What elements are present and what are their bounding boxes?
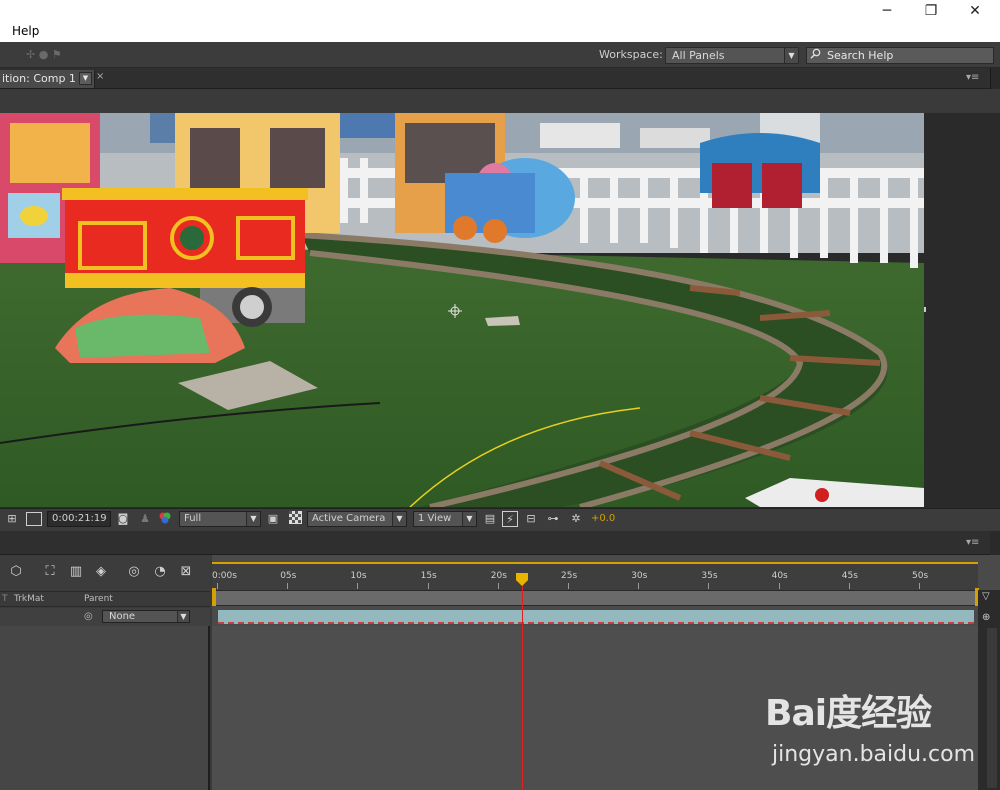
column-divider: T [2,594,8,604]
layer-duration-bar[interactable] [218,610,974,624]
ruler-label: 15s [420,571,437,581]
ruler-label: 30s [631,571,648,581]
close-button[interactable]: ✕ [954,0,996,22]
transparency-grid-icon[interactable] [287,511,303,527]
footage-frame [0,113,924,507]
title-bar [0,0,1000,42]
resolution-select[interactable]: Full ▼ [179,511,261,527]
camera-snapshot-icon[interactable]: ◙ [115,511,131,527]
ruler-label: 20s [490,571,507,581]
column-trkmat[interactable]: TrkMat [14,594,44,604]
motion-blur-icon[interactable]: ◎ [124,563,144,581]
composition-mini-flowchart-icon[interactable]: ⬡ [6,563,26,581]
chevron-down-icon: ▼ [392,512,406,526]
ruler-tick [778,583,780,589]
view-layout-value: 1 View [418,513,452,524]
work-area-bar[interactable] [214,590,976,606]
flowchart-icon[interactable]: ⊶ [545,511,561,527]
region-of-interest-icon[interactable] [26,512,42,526]
zoom-in-icon[interactable]: ⊕ [982,612,995,625]
ruler-tick [638,583,640,589]
layer-list-empty-area [0,626,210,790]
ruler-label: 45s [841,571,858,581]
time-ruler[interactable] [212,562,978,590]
panel-menu-icon[interactable]: ▾≡ [966,537,979,548]
minimize-button[interactable]: ─ [866,0,908,22]
camera-select[interactable]: Active Camera ▼ [307,511,407,527]
view-layout-select[interactable]: 1 View ▼ [413,511,477,527]
timeline-icon[interactable]: ⊟ [523,511,539,527]
parent-value: None [109,611,136,622]
parent-select[interactable]: None ▼ [102,610,190,623]
ruler-label: 40s [771,571,788,581]
tab-composition-label: ition: Comp 1 [2,72,76,85]
brainstorm-icon[interactable]: ⊠ [176,563,196,581]
panel-edge [990,531,1000,555]
search-icon [810,48,822,62]
panel-menu-icon[interactable]: ▾≡ [966,72,979,83]
layer-column-headers: T TrkMat Parent [0,591,210,607]
ruler-tick [217,583,218,589]
ruler-label: 10s [350,571,367,581]
ruler-tick [919,583,920,589]
ruler-tick [357,583,359,589]
ruler-label: 35s [701,571,718,581]
composition-viewport[interactable] [0,113,924,507]
zoom-out-icon[interactable]: ▽ [982,591,995,604]
fast-preview-toggle-icon[interactable]: ⚡ [502,511,518,527]
magnification-icon[interactable]: ⊞ [4,511,20,527]
resolution-value: Full [184,513,202,524]
composition-tab-bar [0,68,1000,89]
tab-composition[interactable]: ition: Comp 1 ▼ [0,70,95,88]
chevron-down-icon: ▼ [246,512,260,526]
workspace-label: Workspace: [599,48,663,61]
toggle-pixel-aspect-icon[interactable]: ▤ [482,511,498,527]
color-channels-icon[interactable] [157,511,173,527]
show-snapshot-icon[interactable]: ♟ [137,511,153,527]
pick-whip-icon[interactable]: ◎ [84,611,96,623]
timeline-tab-bar [0,531,1000,555]
timecode-display[interactable]: 0:00:21:19 [47,511,111,527]
baidu-watermark-logo: Bai度经验 [765,693,932,734]
playhead-line [522,576,523,790]
draft-3d-icon[interactable]: ⛶ [40,563,60,581]
ruler-tick [287,583,289,589]
scroll-thumb[interactable] [987,628,997,788]
ruler-label: 25s [561,571,578,581]
exposure-value[interactable]: +0.0 [591,513,615,524]
frame-blending-icon[interactable]: ◈ [91,563,111,581]
column-parent[interactable]: Parent [84,594,113,604]
camera-value: Active Camera [312,513,386,524]
hide-shy-layers-icon[interactable]: ▥ [66,563,86,581]
workspace-value: All Panels [672,49,725,62]
close-icon[interactable]: × [96,71,104,82]
ruler-tick [708,583,710,589]
baidu-watermark-url: jingyan.baidu.com [772,742,976,767]
chevron-down-icon: ▼ [462,512,476,526]
reset-exposure-icon[interactable]: ✲ [568,511,584,527]
menu-help[interactable]: Help [12,24,39,38]
workspace-select[interactable]: All Panels ▼ [665,47,799,64]
search-help-input[interactable]: Search Help [806,47,994,64]
ruler-label: 05s [280,571,297,581]
chevron-down-icon: ▼ [177,611,189,622]
fast-previews-icon[interactable]: ▣ [265,511,281,527]
ruler-tick [427,583,429,589]
graph-editor-icon[interactable]: ◔ [150,563,170,581]
work-area-start-handle[interactable] [212,588,216,606]
chevron-down-icon[interactable]: ▼ [79,72,92,85]
viewer-pasteboard [0,89,1000,113]
ruler-label: 0:00s [212,571,237,581]
pin-icon: ✢ ● ⚑ [26,48,62,61]
ruler-tick [497,583,499,589]
viewer-pasteboard-right [924,113,1000,507]
restore-button[interactable]: ❐ [910,0,952,22]
panel-edge [990,68,1000,89]
ruler-tick [848,583,850,589]
chevron-down-icon: ▼ [784,48,798,63]
ruler-tick [568,583,569,589]
ruler-label: 50s [912,571,929,581]
